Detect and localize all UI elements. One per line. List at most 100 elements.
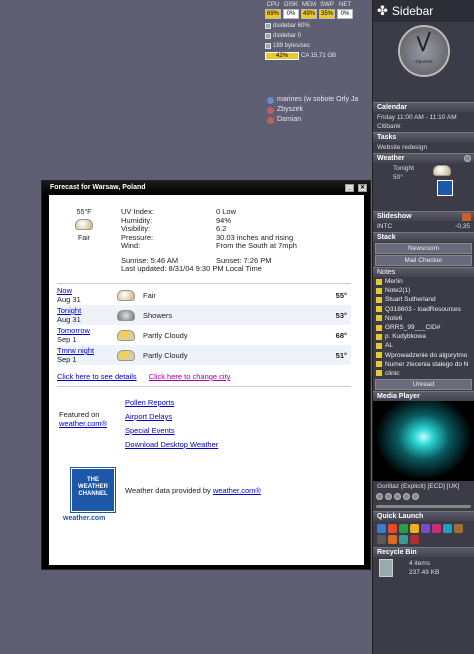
meter-header: MEM (302, 2, 316, 8)
note-item[interactable]: Numer zlecenia stałego do N (373, 360, 474, 369)
app-shortcut-icon[interactable] (454, 524, 463, 534)
media-player-label: Media Player (377, 392, 420, 400)
contact-item[interactable]: marines (w sobote Orly Ja (267, 95, 358, 105)
stock-ticker[interactable]: INTC -0,35 (373, 221, 474, 232)
contact-item[interactable]: Zbyszek (267, 105, 358, 115)
change-city-link[interactable]: Click here to change city (149, 372, 231, 381)
recycle-bin-header[interactable]: Recycle Bin (373, 547, 474, 558)
window-titlebar[interactable]: Forecast for Warsaw, Poland _ ✕ (42, 181, 370, 195)
forecast-day-link[interactable]: Tomorrow (57, 326, 90, 335)
app-shortcut-icon[interactable] (399, 535, 408, 545)
notes-tab[interactable]: Notes (373, 267, 474, 277)
app-shortcut-icon[interactable] (377, 535, 386, 545)
recycle-items-count: 4 items (409, 560, 430, 568)
close-button[interactable]: ✕ (358, 184, 367, 192)
note-item[interactable]: Note2(1) (373, 286, 474, 295)
provider-link[interactable]: weather.com® (213, 486, 261, 495)
contact-status-icon (267, 106, 274, 114)
note-item[interactable]: AL (373, 341, 474, 350)
forecast-date: Sep 1 (57, 335, 77, 344)
tasks-panel[interactable]: Website redesign (373, 142, 474, 153)
provided-by-text: Weather data provided by (125, 486, 211, 495)
note-icon (376, 333, 382, 340)
forecast-day-link[interactable]: Now (57, 286, 72, 295)
media-player-header[interactable]: Media Player (373, 391, 474, 402)
task-item: Website redesign (377, 144, 428, 151)
calendar-panel-header[interactable]: Calendar (373, 102, 474, 112)
app-shortcut-icon[interactable] (421, 524, 430, 534)
see-details-link[interactable]: Click here to see details (57, 372, 137, 381)
note-item[interactable]: Wprowadzenie do algorytmo (373, 351, 474, 360)
note-item[interactable]: Note6 (373, 314, 474, 323)
ticker-symbol: INTC (377, 223, 393, 230)
weather-channel-icon[interactable] (437, 180, 453, 196)
note-item[interactable]: Q318603 - loadResources (373, 305, 474, 314)
weather-panel-header[interactable]: Weather (373, 153, 474, 163)
download-weather-link[interactable]: Download Desktop Weather (125, 440, 218, 449)
app-shortcut-icon[interactable] (399, 524, 408, 534)
minimize-button[interactable]: _ (345, 184, 354, 192)
note-item[interactable]: Stuart Sutherland (373, 295, 474, 304)
media-controls (373, 492, 474, 501)
mail-checker-tab[interactable]: Mail Checker (375, 255, 472, 266)
note-icon (376, 361, 382, 368)
forecast-condition: Partly Cloudy (143, 350, 188, 360)
partly-cloudy-icon (117, 329, 135, 341)
previous-icon[interactable] (394, 493, 401, 501)
current-condition: Fair (77, 235, 91, 242)
special-events-link[interactable]: Special Events (125, 426, 175, 435)
forecast-date: Aug 31 (57, 295, 81, 304)
app-shortcut-icon[interactable] (443, 524, 452, 534)
fair-weather-icon (75, 219, 93, 230)
weather-panel[interactable]: Tonight 50° (373, 163, 474, 211)
tasks-panel-header[interactable]: Tasks (373, 132, 474, 142)
app-shortcut-icon[interactable] (410, 524, 419, 534)
slideshow-panel-header[interactable]: Slideshow (373, 211, 474, 221)
contact-name: Zbyszek (277, 106, 304, 113)
note-item[interactable]: GRRS_99___CID# (373, 323, 474, 332)
forecast-row: Now Aug 31 Fair 55° (57, 285, 351, 305)
contact-status-icon (267, 96, 274, 104)
recycle-bin-icon (379, 559, 393, 578)
net-in-text: dsidebar 60% (273, 23, 310, 29)
sidebar-header[interactable]: ✤ Sidebar (373, 0, 474, 22)
weather-com-link[interactable]: weather.com® (59, 419, 107, 428)
app-shortcut-icon[interactable] (410, 535, 419, 545)
note-item[interactable]: clinic (373, 369, 474, 378)
pause-icon[interactable] (376, 493, 383, 501)
note-item[interactable]: Merlin (373, 277, 474, 286)
recycle-size: 237.49 KB (409, 569, 440, 577)
unread-tab[interactable]: Unread (375, 379, 472, 391)
app-shortcut-icon[interactable] (388, 524, 397, 534)
app-shortcut-icon[interactable] (432, 524, 441, 534)
newsroom-tab[interactable]: Newsroom (375, 243, 472, 254)
app-shortcut-icon[interactable] (377, 524, 386, 534)
net-out-text: dsidebar 0 (273, 33, 302, 39)
meter-header: NET (339, 2, 351, 8)
stack-panel-header[interactable]: Stack (373, 232, 474, 242)
quick-launch-grid (373, 521, 474, 547)
current-conditions: 55°F Fair (49, 209, 119, 242)
next-icon[interactable] (403, 493, 410, 501)
forecast-window: Forecast for Warsaw, Poland _ ✕ 55°F Fai… (41, 180, 371, 570)
note-item[interactable]: p. Kudybkowa (373, 332, 474, 341)
quick-launch-header[interactable]: Quick Launch (373, 511, 474, 522)
app-shortcut-icon[interactable] (388, 535, 397, 545)
forecast-date: Aug 31 (57, 315, 81, 324)
volume-slider[interactable] (373, 501, 474, 511)
airport-delays-link[interactable]: Airport Delays (125, 412, 172, 421)
desktop: CPU DISK MEM SWP NET 69% 0% 49% 35% 0% d… (0, 0, 372, 654)
stop-icon[interactable] (385, 493, 392, 501)
recycle-bin-panel[interactable]: 4 items 237.49 KB (373, 557, 474, 581)
forecast-day-link[interactable]: Tonight (57, 306, 81, 315)
note-icon (376, 287, 382, 294)
contact-item[interactable]: Damian (267, 115, 358, 125)
forecast-day-link[interactable]: Tmrw night (57, 346, 94, 355)
weather-label: Weather (377, 154, 405, 162)
clock-face: OpusOS (398, 25, 450, 77)
contact-status-icon (267, 116, 274, 124)
weather-channel-logo[interactable]: THE WEATHER CHANNEL (70, 467, 116, 513)
pollen-reports-link[interactable]: Pollen Reports (125, 398, 174, 407)
calendar-panel[interactable]: Friday 11:00 AM - 11:10 AM Citibank (373, 112, 474, 132)
eject-icon[interactable] (412, 493, 419, 501)
